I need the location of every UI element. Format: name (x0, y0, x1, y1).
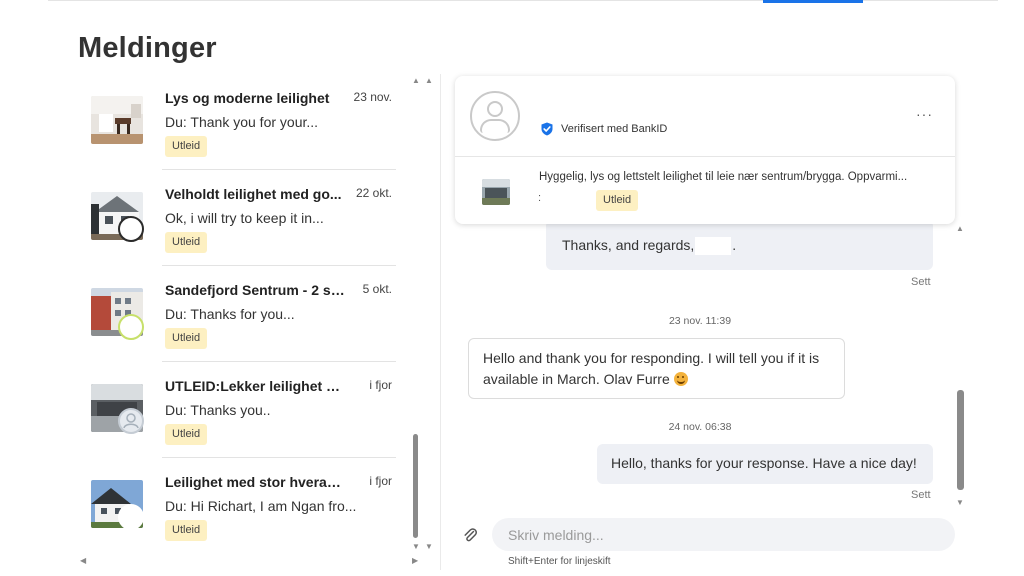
conversation-title: Lys og moderne leilighet (165, 90, 330, 106)
scroll-left-icon[interactable]: ◀ (80, 556, 86, 565)
avatar-body (480, 119, 510, 133)
smiley-emoji-icon (673, 372, 688, 386)
conversation-item[interactable]: UTLEID:Lekker leilighet 97 ... i fjor Du… (78, 362, 408, 458)
scroll-down-icon[interactable]: ▼ (956, 498, 964, 507)
scrollbar-thumb[interactable] (413, 434, 418, 538)
listing-description[interactable]: Hyggelig, lys og lettstelt leilighet til… (539, 171, 944, 183)
more-options-icon[interactable]: ··· (916, 106, 933, 122)
outgoing-message: Hello, thanks for your response. Have a … (597, 444, 933, 484)
column-divider (440, 74, 441, 570)
header-divider (455, 156, 955, 157)
conversation-date: i fjor (369, 474, 392, 488)
chat-panel: Verifisert med BankID ··· Hyggelig, lys … (455, 74, 970, 574)
user-avatar (118, 408, 144, 434)
chat-header: Verifisert med BankID ··· Hyggelig, lys … (455, 76, 955, 224)
message-thread: Thanks, and regards,. Sett 23 nov. 11:39… (455, 220, 955, 504)
redacted-name (695, 237, 732, 256)
conversation-list: Lys og moderne leilighet 23 nov. Du: Tha… (78, 74, 438, 570)
scroll-down-icon[interactable]: ▼ (412, 542, 420, 551)
conversation-item[interactable]: Sandefjord Sentrum - 2 so... 5 okt. Du: … (78, 266, 408, 362)
user-avatar[interactable] (470, 91, 520, 141)
listing-separator: : (538, 192, 542, 204)
chat-scrollbar[interactable]: ▲ ▼ (953, 222, 969, 512)
scroll-up-icon[interactable]: ▲ (956, 224, 964, 233)
status-badge: Utleid (165, 136, 208, 157)
scroll-right-icon[interactable]: ▶ (412, 556, 418, 565)
outgoing-message: Thanks, and regards,. (546, 220, 933, 270)
seen-indicator: Sett (911, 276, 931, 288)
avatar-head (487, 101, 503, 117)
message-timestamp: 23 nov. 11:39 (668, 315, 732, 327)
conversation-list-hscrollbar[interactable]: ◀ ▶ (78, 556, 424, 568)
conversation-preview: Ok, i will try to keep it in... (165, 210, 324, 226)
conversation-preview: Du: Hi Richart, I am Ngan fro... (165, 498, 357, 514)
conversation-title: UTLEID:Lekker leilighet 97 ... (165, 378, 345, 394)
conversation-item[interactable]: Leilighet med stor hverand... i fjor Du:… (78, 458, 408, 554)
status-badge: Utleid (165, 328, 208, 349)
conversation-date: 22 okt. (355, 186, 392, 200)
message-timestamp: 24 nov. 06:38 (668, 421, 732, 433)
scroll-up-icon[interactable]: ▲ (425, 76, 433, 85)
verified-label: Verifisert med BankID (561, 123, 668, 135)
user-avatar (118, 504, 144, 530)
conversation-item[interactable]: Velholdt leilighet med go... 22 okt. Ok,… (78, 170, 408, 266)
conversation-preview: Du: Thanks for you... (165, 306, 295, 322)
status-badge: Utleid (165, 232, 208, 253)
conversation-date: 23 nov. (353, 90, 392, 104)
message-text: Thanks, and regards, (562, 237, 695, 253)
message-text: Hello, thanks for your response. Have a … (611, 455, 917, 471)
user-avatar (118, 314, 144, 340)
conversation-title: Velholdt leilighet med go... (165, 186, 342, 202)
incoming-message: Hello and thank you for responding. I wi… (468, 338, 845, 399)
conversation-date: i fjor (369, 378, 392, 392)
conversation-item[interactable]: Lys og moderne leilighet 23 nov. Du: Tha… (78, 74, 408, 170)
message-suffix: . (732, 237, 737, 253)
active-tab-indicator (763, 0, 863, 3)
paperclip-icon[interactable] (462, 527, 478, 543)
scroll-up-icon[interactable]: ▲ (412, 76, 420, 85)
listing-thumbnail (91, 96, 143, 144)
seen-indicator: Sett (911, 489, 931, 501)
message-composer: Shift+Enter for linjeskift (460, 518, 960, 576)
conversation-preview: Du: Thanks you.. (165, 402, 271, 418)
conversation-list-scrollbar[interactable]: ▲ ▲ ▼ ▼ (410, 74, 436, 554)
conversation-title: Leilighet med stor hverand... (165, 474, 345, 490)
input-hint: Shift+Enter for linjeskift (508, 556, 611, 567)
conversation-title: Sandefjord Sentrum - 2 so... (165, 282, 345, 298)
conversation-date: 5 okt. (362, 282, 392, 296)
conversation-preview: Du: Thank you for your... (165, 114, 319, 130)
message-text: Hello and thank you for responding. I wi… (483, 350, 820, 387)
verified-check-icon (541, 122, 553, 136)
status-badge: Utleid (596, 190, 639, 211)
listing-thumbnail[interactable] (482, 179, 510, 205)
status-badge: Utleid (165, 424, 208, 445)
page-title: Meldinger (78, 32, 217, 64)
scroll-down-icon[interactable]: ▼ (425, 542, 433, 551)
status-badge: Utleid (165, 520, 208, 541)
user-avatar (118, 216, 144, 242)
scrollbar-thumb[interactable] (957, 390, 964, 490)
message-input[interactable] (492, 518, 955, 551)
conversation-scroll-area[interactable]: Lys og moderne leilighet 23 nov. Du: Tha… (78, 74, 408, 560)
